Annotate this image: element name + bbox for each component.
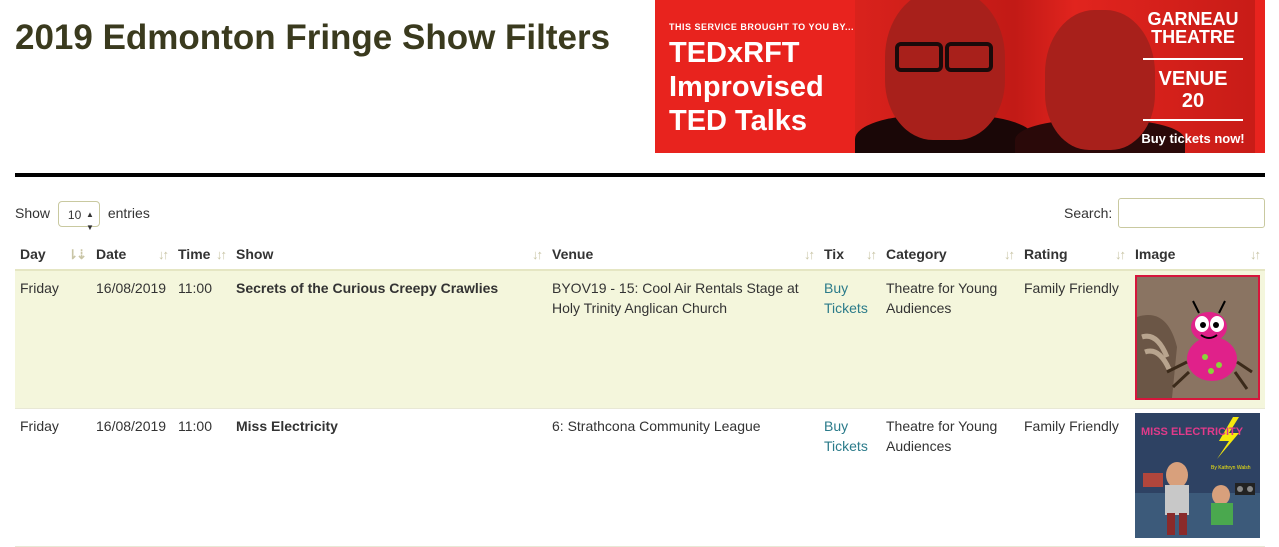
cell-venue: BYOV19 - 15: Cool Air Rentals Stage at H… <box>547 270 819 409</box>
column-header-show[interactable]: Show ↓↑ <box>231 241 547 271</box>
cell-day: Friday <box>15 270 91 409</box>
cell-image: MISS ELECTRICITY By Kathryn Walsh <box>1130 408 1265 547</box>
sort-asc-icon: ⇂⇣ <box>67 247 87 262</box>
cell-image <box>1130 270 1265 409</box>
advertisement-banner[interactable]: THIS SERVICE BROUGHT TO YOU BY... TEDxRF… <box>655 0 1265 153</box>
banner-cta[interactable]: Buy tickets now! <box>1133 131 1253 146</box>
column-header-time[interactable]: Time ↓↑ <box>173 241 231 271</box>
cell-show: Miss Electricity <box>231 408 547 547</box>
table-row: Friday 16/08/2019 11:00 Miss Electricity… <box>15 408 1265 547</box>
column-header-category[interactable]: Category ↓↑ <box>881 241 1019 271</box>
entries-select[interactable]: 10 ▲ ▼ <box>57 201 100 232</box>
banner-venue-panel: GARNEAU THEATRE VENUE 20 Buy tickets now… <box>1133 0 1253 153</box>
cell-date: 16/08/2019 <box>91 270 173 409</box>
poster-title: MISS ELECTRICITY <box>1141 426 1244 438</box>
select-arrows-icon: ▲ ▼ <box>86 210 94 233</box>
banner-sponsor-text: THIS SERVICE BROUGHT TO YOU BY... <box>669 22 855 32</box>
column-header-venue[interactable]: Venue ↓↑ <box>547 241 819 271</box>
search-input[interactable] <box>1118 198 1265 228</box>
cell-rating: Family Friendly <box>1019 408 1130 547</box>
sort-both-icon: ↓↑ <box>1250 247 1261 262</box>
cell-rating: Family Friendly <box>1019 270 1130 409</box>
cell-tix: Buy Tickets <box>819 408 881 547</box>
banner-headline: TEDxRFT Improvised TED Talks <box>669 37 824 137</box>
banner-venue-name: GARNEAU THEATRE <box>1147 9 1239 47</box>
entries-label: entries <box>107 205 150 221</box>
cell-category: Theatre for Young Audiences <box>881 270 1019 409</box>
sort-both-icon: ↓↑ <box>532 247 543 262</box>
show-poster-image[interactable]: MISS ELECTRICITY By Kathryn Walsh <box>1135 413 1260 538</box>
show-label: Show <box>15 205 51 221</box>
page-title: 2019 Edmonton Fringe Show Filters <box>15 18 611 57</box>
buy-tickets-link[interactable]: Buy Tickets <box>824 418 868 454</box>
column-header-day[interactable]: Day ⇂⇣ <box>15 241 91 271</box>
cell-date: 16/08/2019 <box>91 408 173 547</box>
sort-both-icon: ↓↑ <box>804 247 815 262</box>
poster-credit: By Kathryn Walsh <box>1211 465 1251 471</box>
entries-length-control: Show 10 ▲ ▼ entries <box>15 199 150 232</box>
cell-time: 11:00 <box>173 408 231 547</box>
column-header-image[interactable]: Image ↓↑ <box>1130 241 1265 271</box>
cell-tix: Buy Tickets <box>819 270 881 409</box>
buy-tickets-link[interactable]: Buy Tickets <box>824 280 868 316</box>
show-poster-image[interactable] <box>1135 275 1260 400</box>
cell-venue: 6: Strathcona Community League <box>547 408 819 547</box>
cell-show: Secrets of the Curious Creepy Crawlies <box>231 270 547 409</box>
column-header-rating[interactable]: Rating ↓↑ <box>1019 241 1130 271</box>
banner-venue-number: VENUE 20 <box>1158 68 1228 112</box>
divider <box>15 173 1265 177</box>
column-header-date[interactable]: Date ↓↑ <box>91 241 173 271</box>
shows-table: Day ⇂⇣ Date ↓↑ Time ↓↑ Show ↓↑ Venue ↓↑ Tix ↓↑… <box>15 241 1265 547</box>
sort-both-icon: ↓↑ <box>216 247 227 262</box>
cell-day: Friday <box>15 408 91 547</box>
sort-both-icon: ↓↑ <box>866 247 877 262</box>
sort-both-icon: ↓↑ <box>1115 247 1126 262</box>
cell-time: 11:00 <box>173 270 231 409</box>
sort-both-icon: ↓↑ <box>1004 247 1015 262</box>
table-row: Friday 16/08/2019 11:00 Secrets of the C… <box>15 270 1265 409</box>
sort-both-icon: ↓↑ <box>158 247 169 262</box>
search-label: Search: <box>1064 205 1113 221</box>
table-header-row: Day ⇂⇣ Date ↓↑ Time ↓↑ Show ↓↑ Venue ↓↑ Tix ↓↑… <box>15 241 1265 271</box>
column-header-tix[interactable]: Tix ↓↑ <box>819 241 881 271</box>
cell-category: Theatre for Young Audiences <box>881 408 1019 547</box>
